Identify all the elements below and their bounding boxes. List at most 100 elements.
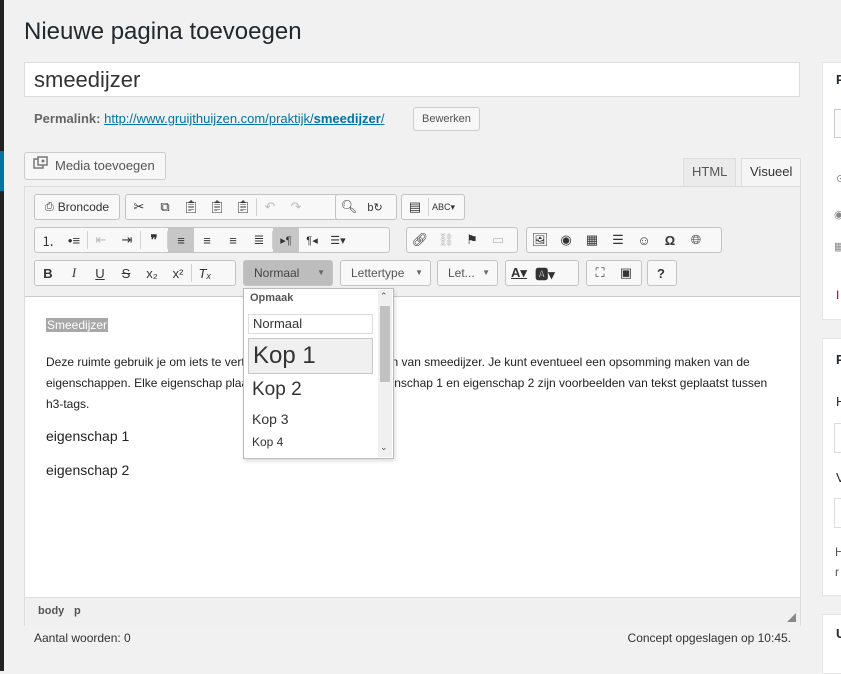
visual-editor: ⎙ Broncode ✂ ⧉ 📋︎ 📋︎ 📋︎ ↶ ↷ 🔍︎ b↻ ▤ ABC▾… — [24, 186, 801, 626]
table-icon[interactable]: ▦ — [579, 228, 605, 252]
paragraph-group: ⒈ •≡ ⇤ ⇥ ❞ ≡ ≡ ≡ ≣ ▸¶ ¶◂ ☰▾ — [34, 227, 390, 253]
sidebar-trash-link[interactable]: I — [836, 288, 839, 302]
spellcheck-icon[interactable]: ABC▾ — [429, 195, 458, 219]
iframe-icon[interactable]: ▭ — [485, 228, 511, 252]
select-all-icon[interactable]: ▤ — [402, 195, 428, 219]
strikethrough-icon[interactable]: S — [113, 261, 139, 285]
subscript-icon[interactable]: x₂ — [139, 261, 165, 285]
sidebar-help-text-2: r — [835, 565, 839, 579]
align-center-icon[interactable]: ≡ — [194, 228, 220, 252]
smiley-icon[interactable]: ☺ — [631, 228, 657, 252]
background-color-icon[interactable]: 🅰︎▾ — [532, 261, 558, 285]
dropdown-scrollbar[interactable]: ⌃ ⌄ — [378, 290, 392, 457]
content-paragraph: Deze ruimte gebruik je om iets te vertel… — [46, 355, 768, 411]
tab-html[interactable]: HTML — [683, 158, 737, 186]
align-left-icon[interactable]: ≡ — [168, 228, 194, 252]
underline-icon[interactable]: U — [87, 261, 113, 285]
sidebar-attr-select-2[interactable] — [834, 498, 841, 528]
rtl-icon[interactable]: ¶◂ — [299, 228, 325, 252]
font-combo[interactable]: Lettertype ▼ — [340, 260, 431, 286]
format-option-kop2[interactable]: Kop 2 — [248, 378, 373, 402]
globe-icon[interactable]: 🌐︎ — [683, 228, 709, 252]
scrollbar-thumb[interactable] — [380, 306, 390, 382]
outdent-icon[interactable]: ⇤ — [88, 228, 114, 252]
permalink-row: Permalink: http://www.gruijthuijzen.com/… — [34, 111, 384, 126]
redo-icon[interactable]: ↷ — [283, 195, 309, 219]
chevron-down-icon: ▼ — [317, 268, 325, 277]
replace-icon[interactable]: b↻ — [362, 195, 388, 219]
format-option-kop1[interactable]: Kop 1 — [248, 338, 373, 374]
edit-permalink-button[interactable]: Bewerken — [413, 107, 480, 131]
post-title-input[interactable]: smeedijzer — [24, 62, 800, 97]
bold-icon[interactable]: B — [35, 261, 61, 285]
add-media-button[interactable]: Media toevoegen — [24, 152, 166, 180]
align-justify-icon[interactable]: ≣ — [246, 228, 272, 252]
cut-icon[interactable]: ✂ — [126, 195, 152, 219]
sidebar-publish-box — [822, 62, 841, 320]
image-icon[interactable]: 🖼︎ — [527, 228, 553, 252]
paste-word-icon[interactable]: 📋︎ — [230, 195, 256, 219]
pin-icon: ⊙ — [836, 173, 841, 185]
search-icon[interactable]: 🔍︎ — [336, 195, 362, 219]
admin-menu-edge — [0, 0, 4, 671]
flash-icon[interactable]: ◉ — [553, 228, 579, 252]
indent-icon[interactable]: ⇥ — [114, 228, 140, 252]
insert-group: 🖼︎ ◉ ▦ ☰ ☺ Ω 🌐︎ — [526, 227, 722, 253]
sidebar-attr-label-1: H — [836, 394, 841, 409]
permalink-label: Permalink: — [34, 111, 101, 126]
sidebar-preview-button[interactable] — [834, 109, 841, 138]
path-p[interactable]: p — [74, 605, 81, 617]
numbered-list-icon[interactable]: ⒈ — [35, 228, 61, 252]
editor-path-bar: body p — [25, 597, 800, 626]
sidebar-publish-title: P — [836, 72, 841, 87]
italic-icon[interactable]: I — [61, 261, 87, 285]
permalink-slug: smeedijzer — [313, 111, 381, 126]
superscript-icon[interactable]: x² — [165, 261, 191, 285]
show-blocks-icon[interactable]: ▣ — [613, 261, 639, 285]
size-combo[interactable]: Let... ▼ — [437, 260, 498, 286]
font-combo-value: Lettertype — [351, 266, 405, 280]
chevron-down-icon[interactable]: ⌄ — [380, 442, 388, 453]
text-color-icon[interactable]: A▾ — [506, 261, 532, 285]
chevron-up-icon[interactable]: ⌃ — [380, 291, 388, 302]
tab-visual[interactable]: Visueel — [741, 158, 802, 186]
paste-text-icon[interactable]: 📋︎ — [204, 195, 230, 219]
blockquote-icon[interactable]: ❞ — [141, 228, 167, 252]
path-body[interactable]: body — [38, 605, 64, 617]
unlink-icon[interactable]: ⛓︎ — [433, 228, 459, 252]
chevron-down-icon: ▼ — [415, 268, 423, 277]
tools-group: ▤ ABC▾ — [401, 194, 465, 220]
maximize-icon[interactable]: ⛶ — [587, 261, 613, 285]
format-option-normaal[interactable]: Normaal — [248, 314, 373, 334]
permalink-base: http://www.gruijthuijzen.com/praktijk/ — [104, 111, 314, 126]
word-count: Aantal woorden: 0 — [34, 631, 131, 645]
source-button[interactable]: ⎙ Broncode — [35, 195, 119, 219]
format-combo[interactable]: Normaal ▼ — [243, 260, 333, 286]
calendar-icon: ▦ — [834, 241, 841, 253]
remove-format-icon[interactable]: Tₓ — [192, 261, 218, 285]
anchor-icon[interactable]: ⚑ — [459, 228, 485, 252]
copy-icon[interactable]: ⧉ — [152, 195, 178, 219]
undo-icon[interactable]: ↶ — [257, 195, 283, 219]
horizontal-line-icon[interactable]: ☰ — [605, 228, 631, 252]
language-icon[interactable]: ☰▾ — [325, 228, 351, 252]
ltr-icon[interactable]: ▸¶ — [273, 228, 299, 252]
format-option-kop3[interactable]: Kop 3 — [248, 409, 373, 429]
sidebar-attr-select-1[interactable] — [834, 423, 841, 453]
help-button[interactable]: ? — [648, 261, 674, 285]
permalink-link[interactable]: http://www.gruijthuijzen.com/praktijk/sm… — [104, 111, 384, 126]
format-option-kop4[interactable]: Kop 4 — [248, 433, 373, 451]
draft-saved-status: Concept opgeslagen op 10:45. — [627, 631, 791, 645]
source-icon: ⎙ — [44, 200, 54, 213]
clipboard-group: ✂ ⧉ 📋︎ 📋︎ 📋︎ ↶ ↷ — [125, 194, 355, 220]
paste-icon[interactable]: 📋︎ — [178, 195, 204, 219]
bulleted-list-icon[interactable]: •≡ — [61, 228, 87, 252]
resize-handle[interactable] — [787, 613, 796, 622]
editor-content[interactable]: Smeedijzer Deze ruimte gebruik je om iet… — [25, 297, 800, 595]
special-char-icon[interactable]: Ω — [657, 228, 683, 252]
link-icon[interactable]: 🔗︎ — [407, 228, 433, 252]
align-right-icon[interactable]: ≡ — [220, 228, 246, 252]
sidebar-attributes-title: P — [836, 352, 841, 367]
eye-icon: ◉ — [834, 209, 841, 221]
editor-toolbar: ⎙ Broncode ✂ ⧉ 📋︎ 📋︎ 📋︎ ↶ ↷ 🔍︎ b↻ ▤ ABC▾… — [25, 187, 800, 297]
